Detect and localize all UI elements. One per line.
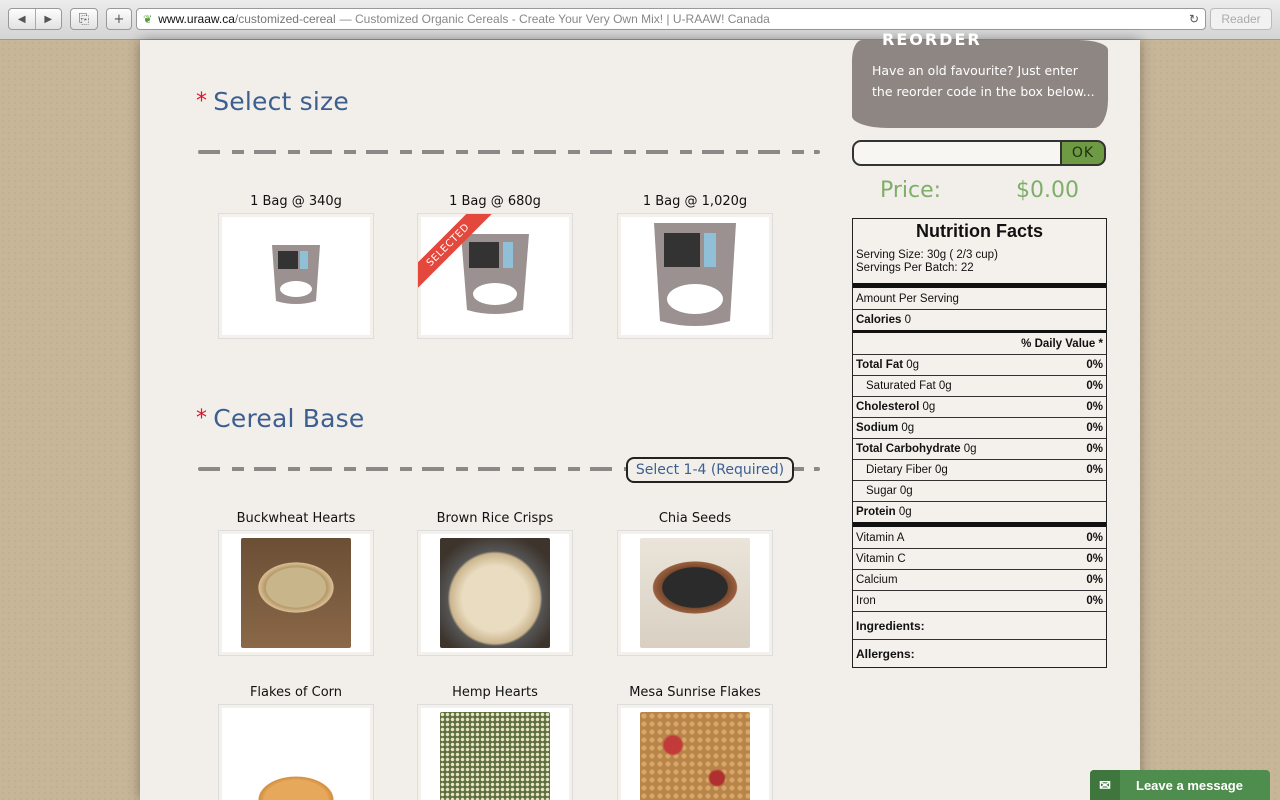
- reorder-panel: REORDER Have an old favourite? Just ente…: [852, 30, 1108, 128]
- nutrient-row: Cholesterol 0g 0%: [853, 396, 1106, 417]
- reload-icon[interactable]: ↻: [1189, 12, 1199, 26]
- size-option-tile[interactable]: [617, 213, 773, 339]
- size-option-tile[interactable]: [218, 213, 374, 339]
- base-item-label: Buckwheat Hearts: [236, 511, 356, 526]
- share-icon: ⎘: [78, 11, 90, 27]
- leave-message-label: Leave a message: [1136, 777, 1243, 793]
- base-item-brown-rice-crisps[interactable]: Brown Rice Crisps: [417, 510, 573, 656]
- vitamin-row: Calcium 0%: [853, 569, 1106, 590]
- cereal-bag-icon: [461, 234, 529, 314]
- hemp-photo: [440, 712, 550, 800]
- base-item-hemp-hearts[interactable]: Hemp Hearts: [417, 684, 573, 800]
- serving-info: Serving Size: 30g ( 2/3 cup) Servings Pe…: [853, 243, 1106, 283]
- cereal-bag-icon: [654, 222, 736, 326]
- buckwheat-photo: [241, 538, 351, 648]
- vitamin-row: Iron 0%: [853, 590, 1106, 611]
- requirement-badge: Select 1-4 (Required): [626, 457, 794, 483]
- cereal-bag-icon: [272, 245, 320, 304]
- reader-button[interactable]: Reader: [1210, 8, 1272, 30]
- size-option-label: 1 Bag @ 1,020g: [642, 194, 748, 209]
- price-label: Price:: [880, 178, 942, 203]
- nutrient-row: Sodium 0g 0%: [853, 417, 1106, 438]
- serving-size: Serving Size: 30g ( 2/3 cup): [856, 249, 998, 261]
- browser-toolbar: ◀ ▶ ⎘ + ❦ www.uraaw.ca /customized-cerea…: [0, 0, 1280, 40]
- allergens-row: Allergens:: [853, 639, 1106, 667]
- nutrient-row: Total Fat 0g 0%: [853, 354, 1106, 375]
- envelope-icon: ✉: [1090, 770, 1120, 800]
- cereal-base-heading: * Cereal Base: [196, 404, 365, 433]
- size-option-340g[interactable]: 1 Bag @ 340g: [218, 193, 374, 339]
- servings-per-batch: Servings Per Batch: 22: [856, 262, 974, 274]
- url-host: www.uraaw.ca: [158, 12, 235, 26]
- price-value: $0.00: [1016, 178, 1079, 203]
- required-star: *: [196, 406, 208, 431]
- divider: [198, 150, 820, 154]
- content-panel: * Select size 1 Bag @ 340g 1 Bag @ 680g S…: [140, 30, 1140, 800]
- leave-message-button[interactable]: ✉ Leave a message: [1090, 770, 1270, 800]
- base-item-tile[interactable]: [417, 704, 573, 800]
- base-item-buckwheat-hearts[interactable]: Buckwheat Hearts: [218, 510, 374, 656]
- corn-flakes-photo: [241, 712, 351, 800]
- reorder-title: REORDER: [882, 30, 982, 49]
- vitamin-row: Vitamin A 0%: [856, 531, 1103, 544]
- base-item-label: Flakes of Corn: [249, 685, 343, 700]
- base-item-tile[interactable]: [417, 530, 573, 656]
- address-bar[interactable]: ❦ www.uraaw.ca /customized-cereal — Cust…: [136, 8, 1206, 30]
- new-tab-button[interactable]: +: [106, 8, 132, 30]
- forward-button[interactable]: ▶: [36, 9, 62, 29]
- vitamin-row: Vitamin C 0%: [853, 548, 1106, 569]
- base-item-mesa-sunrise-flakes[interactable]: Mesa Sunrise Flakes: [617, 684, 773, 800]
- base-item-label: Brown Rice Crisps: [436, 511, 554, 526]
- nutrient-row: Total Carbohydrate 0g 0%: [853, 438, 1106, 459]
- back-button[interactable]: ◀: [9, 9, 36, 29]
- base-item-label: Hemp Hearts: [452, 685, 538, 700]
- size-option-680g[interactable]: 1 Bag @ 680g SELECTED: [417, 193, 573, 339]
- page-title: — Customized Organic Cereals - Create Yo…: [339, 12, 770, 26]
- reorder-ok-button[interactable]: OK: [1060, 140, 1106, 166]
- reorder-code-input[interactable]: [852, 140, 1064, 166]
- site-favicon-icon: ❦: [143, 13, 153, 26]
- base-item-label: Mesa Sunrise Flakes: [629, 685, 761, 700]
- amount-per-serving: Amount Per Serving: [856, 292, 959, 305]
- base-item-tile[interactable]: [617, 704, 773, 800]
- base-item-chia-seeds[interactable]: Chia Seeds: [617, 510, 773, 656]
- nutrient-row: Dietary Fiber 0g 0%: [853, 459, 1106, 480]
- mesa-sunrise-photo: [640, 712, 750, 800]
- base-item-tile[interactable]: [218, 530, 374, 656]
- share-button[interactable]: ⎘: [70, 8, 98, 30]
- select-size-heading: * Select size: [196, 87, 349, 116]
- nutrition-title: Nutrition Facts: [915, 221, 1043, 241]
- nutrient-row: Protein 0g: [853, 501, 1106, 522]
- daily-value-header: % Daily Value *: [1021, 337, 1103, 350]
- rice-crisps-photo: [440, 538, 550, 648]
- size-option-tile[interactable]: SELECTED: [417, 213, 573, 339]
- chia-photo: [640, 538, 750, 648]
- url-path: /customized-cereal: [234, 12, 336, 26]
- size-option-label: 1 Bag @ 340g: [250, 194, 342, 209]
- required-star: *: [196, 89, 208, 114]
- base-item-tile[interactable]: [218, 704, 374, 800]
- plus-icon: +: [113, 11, 125, 27]
- base-item-label: Chia Seeds: [658, 511, 732, 526]
- base-item-flakes-of-corn[interactable]: Flakes of Corn: [218, 684, 374, 800]
- size-option-label: 1 Bag @ 680g: [449, 194, 541, 209]
- nutrient-row: Sugar 0g: [853, 480, 1106, 501]
- ingredients-row: Ingredients:: [853, 611, 1106, 639]
- calories-row: Calories 0: [853, 309, 1106, 330]
- base-item-tile[interactable]: [617, 530, 773, 656]
- nutrition-facts-table: Nutrition Facts Serving Size: 30g ( 2/3 …: [852, 218, 1107, 668]
- reorder-instructions: Have an old favourite? Just enter the re…: [872, 63, 1095, 99]
- back-forward-group: ◀ ▶: [8, 8, 62, 30]
- nutrient-row: Saturated Fat 0g 0%: [853, 375, 1106, 396]
- size-option-1020g[interactable]: 1 Bag @ 1,020g: [617, 193, 773, 339]
